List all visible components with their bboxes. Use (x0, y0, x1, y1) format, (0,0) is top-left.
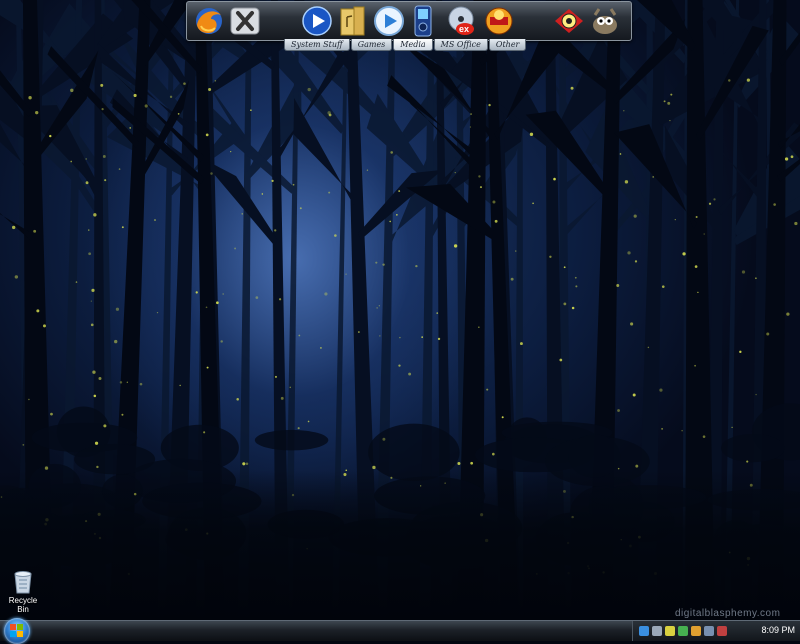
dock-irfanview-button[interactable] (553, 5, 585, 37)
xfire-icon (230, 7, 260, 35)
tab-other[interactable]: Other (488, 39, 527, 51)
tab-media[interactable]: Media (393, 39, 433, 51)
dock-gimp-button[interactable] (589, 5, 621, 37)
mp3-player-icon (414, 5, 432, 37)
forest-floor (0, 470, 800, 620)
dock-music-folder-button[interactable] (337, 5, 369, 37)
tab-system-stuff[interactable]: System Stuff (284, 39, 350, 51)
windows-logo-icon (10, 624, 23, 637)
network-icon[interactable] (639, 626, 649, 636)
gimp-icon (593, 8, 617, 34)
dock-mp3-player-button[interactable] (411, 5, 435, 37)
volume-icon[interactable] (652, 626, 662, 636)
recycle-bin-label: Recycle Bin (8, 596, 38, 614)
antivirus-icon[interactable] (717, 626, 727, 636)
cd-burner-icon: ex (448, 6, 474, 35)
dock-media-player-button[interactable] (301, 5, 333, 37)
tab-games[interactable]: Games (350, 39, 393, 51)
media-player-icon (302, 6, 332, 36)
wallpaper-watermark: digitalblasphemy.com (675, 608, 781, 619)
update-icon[interactable] (691, 626, 701, 636)
irfanview-icon (555, 9, 583, 33)
system-tray: 8:09 PM (632, 621, 800, 641)
power-icon[interactable] (704, 626, 714, 636)
taskbar-clock[interactable]: 8:09 PM (761, 625, 795, 635)
play-button-icon (374, 6, 404, 36)
firefox-icon (196, 8, 222, 34)
dock-play-button[interactable] (373, 5, 405, 37)
dock-category-tabs: System Stuff Games Media MS Office Other (284, 39, 527, 51)
recycle-bin-icon (14, 571, 32, 594)
start-button[interactable] (4, 618, 30, 644)
recycle-bin-desktop-icon[interactable]: Recycle Bin (2, 568, 44, 614)
messenger-icon[interactable] (678, 626, 688, 636)
dock-firefox-button[interactable] (193, 5, 225, 37)
winamp-icon (485, 7, 513, 35)
security-icon[interactable] (665, 626, 675, 636)
desktop-background: Recycle Bin digitalblasphemy.com (0, 0, 800, 620)
dock-cd-burner-button[interactable]: ex (445, 5, 477, 37)
dock-xfire-button[interactable] (229, 5, 261, 37)
app-dock: ex (186, 1, 632, 41)
folder-music-icon (340, 6, 365, 36)
tab-ms-office[interactable]: MS Office (433, 39, 488, 51)
svg-text:ex: ex (459, 24, 469, 34)
taskbar: 8:09 PM (0, 618, 800, 644)
dock-winamp-button[interactable] (483, 5, 515, 37)
